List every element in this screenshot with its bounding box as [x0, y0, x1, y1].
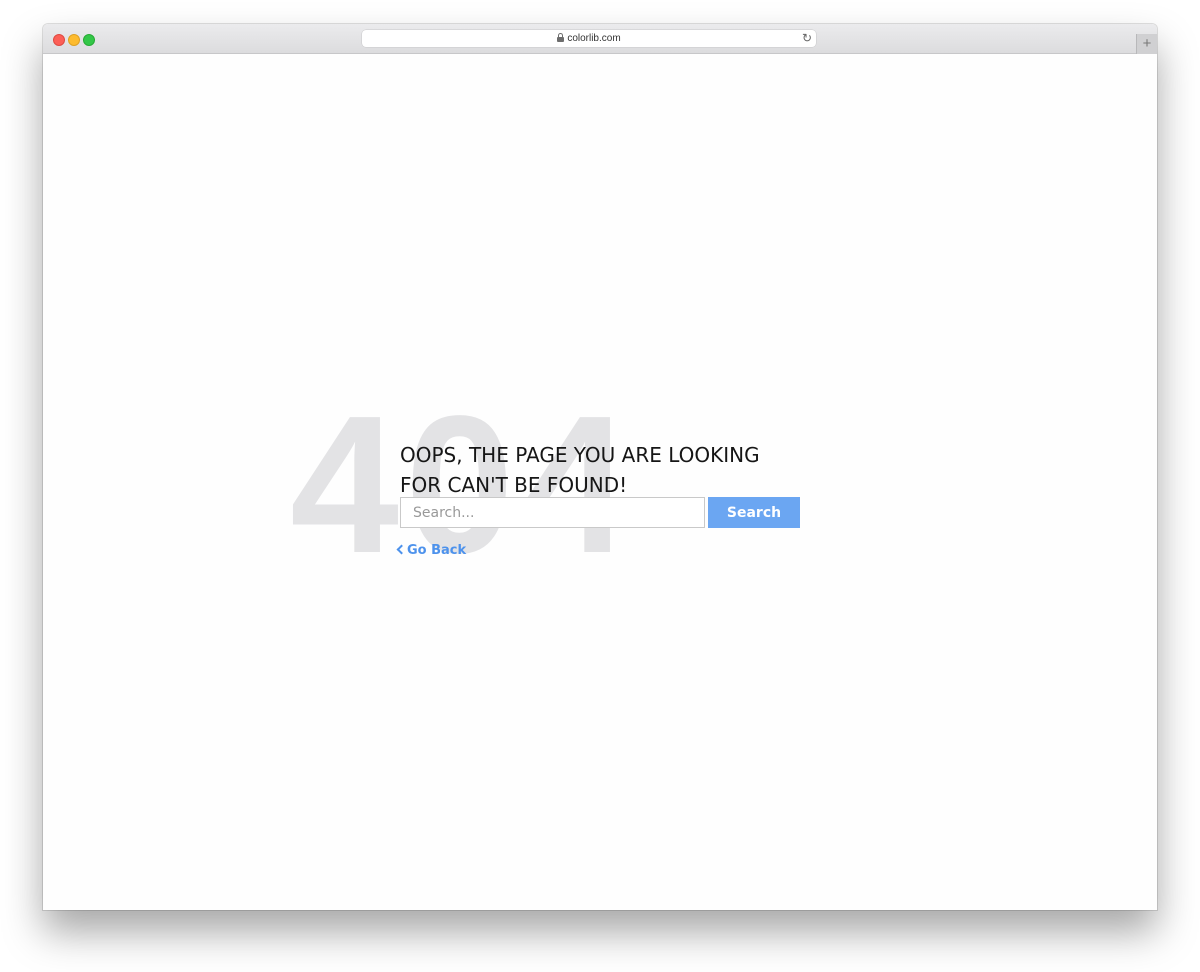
chevron-left-icon — [396, 544, 407, 555]
reload-icon[interactable]: ↻ — [802, 31, 812, 46]
address-bar[interactable]: colorlib.com ↻ — [362, 30, 816, 47]
minimize-window-button[interactable] — [68, 34, 80, 46]
go-back-label: Go Back — [407, 543, 467, 558]
error-heading: OOPS, THE PAGE YOU ARE LOOKING FOR CAN'T… — [400, 443, 760, 497]
close-window-button[interactable] — [53, 34, 65, 46]
page-content: 404 OOPS, THE PAGE YOU ARE LOOKING FOR C… — [43, 54, 1157, 910]
new-tab-button[interactable]: + — [1136, 34, 1157, 54]
go-back-link[interactable]: Go Back — [396, 542, 467, 560]
url-text: colorlib.com — [567, 33, 621, 44]
search-button[interactable]: Search — [708, 497, 800, 528]
lock-icon — [557, 33, 565, 42]
search-input[interactable] — [400, 497, 705, 528]
maximize-window-button[interactable] — [83, 34, 95, 46]
browser-window: colorlib.com ↻ + 404 OOPS, THE PAGE YOU … — [43, 24, 1157, 910]
title-bar: colorlib.com ↻ + — [43, 24, 1157, 54]
address-display: colorlib.com — [362, 30, 816, 47]
